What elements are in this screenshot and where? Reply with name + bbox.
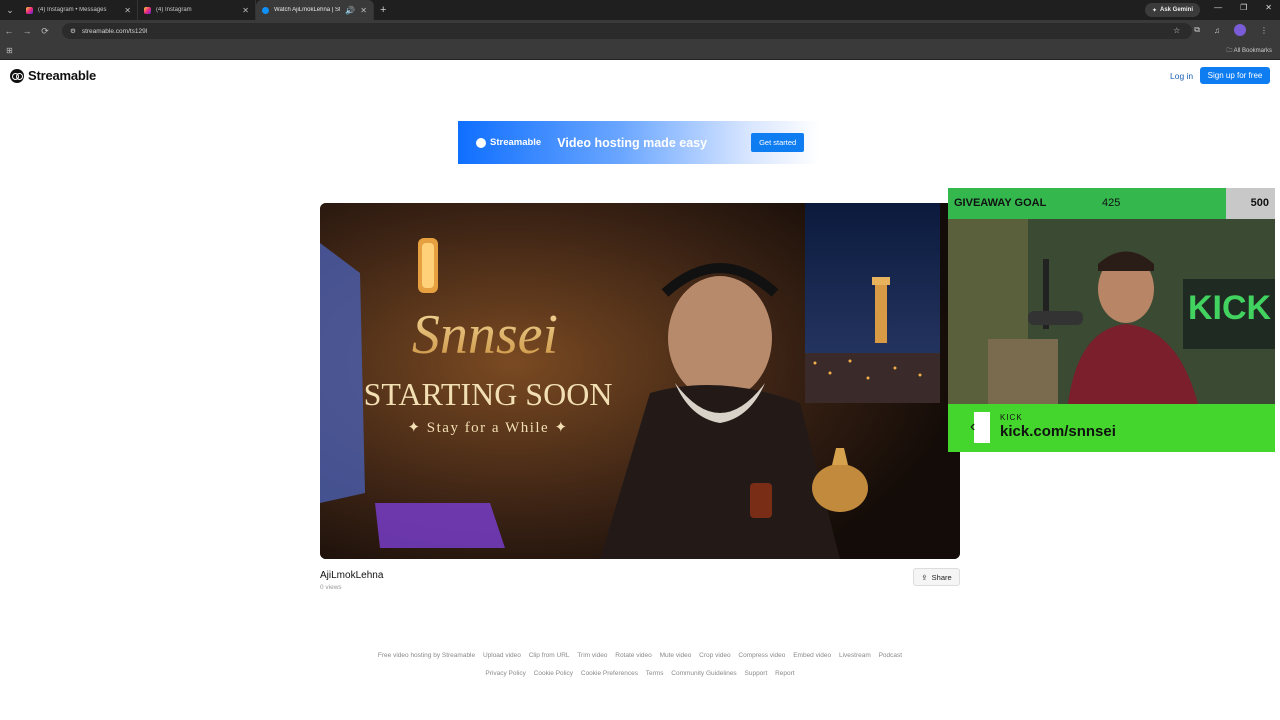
footer-link[interactable]: Compress video — [738, 652, 785, 659]
share-button[interactable]: ⇪ Share — [913, 568, 960, 586]
video-thumbnail: Snnsei STARTING SOON ✦ Stay for a While … — [320, 203, 960, 559]
browser-tab-bar: ⌄ (4) Instagram • Messages ✕ (4) Instagr… — [0, 0, 1280, 20]
speaker-icon[interactable]: 🔊 — [345, 6, 355, 15]
signup-button[interactable]: Sign up for free — [1200, 67, 1270, 84]
footer-link[interactable]: Community Guidelines — [671, 670, 736, 677]
footer-link[interactable]: Embed video — [793, 652, 831, 659]
giveaway-goal-max: 500 — [1250, 197, 1269, 209]
media-icon[interactable]: ♫ — [1214, 26, 1220, 35]
ad-tagline: Video hosting made easy — [557, 135, 708, 150]
ad-logo: Streamable — [476, 137, 541, 148]
kick-url: kick.com/snnsei — [1000, 423, 1116, 440]
tab-title: (4) Instagram — [156, 7, 192, 13]
close-icon[interactable]: ✕ — [242, 6, 249, 15]
kick-channel-banner: KICK kick.com/snnsei — [948, 404, 1275, 452]
url-field[interactable]: ⚙ streamable.com/ts129l — [62, 23, 1192, 39]
reload-icon[interactable]: ⟳ — [36, 26, 54, 37]
video-player[interactable]: Snnsei STARTING SOON ✦ Stay for a While … — [320, 203, 960, 559]
share-label: Share — [931, 572, 952, 582]
menu-icon[interactable]: ⋮ — [1260, 26, 1268, 35]
footer-link[interactable]: Livestream — [839, 652, 871, 659]
footer-link[interactable]: Crop video — [699, 652, 730, 659]
footer-links-row-1: Free video hosting by Streamable Upload … — [0, 652, 1280, 659]
back-icon[interactable]: ← — [0, 26, 18, 36]
window-controls: — ❐ ✕ — [1214, 3, 1272, 12]
footer-link[interactable]: Podcast — [879, 652, 903, 659]
footer-link[interactable]: Clip from URL — [529, 652, 570, 659]
extensions-icon[interactable]: ⧉ — [1194, 25, 1200, 35]
footer-links-row-2: Privacy Policy Cookie Policy Cookie Pref… — [0, 670, 1280, 677]
forward-icon[interactable]: → — [18, 26, 36, 36]
giveaway-goal-current: 425 — [1102, 197, 1121, 209]
webcam-feed: KICK — [948, 219, 1275, 404]
streamable-icon — [262, 6, 269, 14]
ask-gemini-button[interactable]: ✦ Ask Gemini — [1144, 3, 1200, 17]
all-bookmarks[interactable]: 🗀 All Bookmarks — [1226, 46, 1272, 56]
tab-search-icon[interactable]: ⌄ — [0, 0, 20, 20]
giveaway-goal-label: GIVEAWAY GOAL — [954, 197, 1047, 209]
ad-logo-text: Streamable — [490, 137, 542, 148]
minimize-icon[interactable]: — — [1214, 3, 1222, 12]
ask-gemini-label: Ask Gemini — [1159, 7, 1193, 13]
close-window-icon[interactable]: ✕ — [1265, 3, 1272, 12]
streamable-logo-icon — [476, 137, 486, 148]
site-info-icon[interactable]: ⚙ — [70, 27, 76, 35]
streamable-logo-icon — [10, 68, 24, 83]
footer-link[interactable]: Upload video — [483, 652, 521, 659]
restore-icon[interactable]: ❐ — [1240, 3, 1247, 12]
logo-text: Streamable — [28, 68, 97, 83]
bookmarks-bar: ⊞ 🗀 All Bookmarks — [0, 42, 1280, 60]
webcam-image: KICK — [948, 219, 1275, 404]
ad-get-started-button[interactable]: Get started — [751, 133, 805, 152]
tab-title: (4) Instagram • Messages — [38, 7, 107, 13]
thumbnail-subtitle: STARTING SOON — [364, 376, 613, 412]
footer-link[interactable]: Free video hosting by Streamable — [378, 652, 475, 659]
instagram-icon — [144, 6, 151, 14]
footer-link[interactable]: Privacy Policy — [485, 670, 525, 677]
all-bookmarks-label: All Bookmarks — [1233, 48, 1272, 54]
footer-link[interactable]: Cookie Policy — [534, 670, 573, 677]
apps-icon[interactable]: ⊞ — [6, 46, 13, 55]
toolbar-icons: ☆ ⧉ ♫ ⋮ — [1173, 24, 1268, 36]
browser-tab[interactable]: (4) Instagram • Messages ✕ — [20, 0, 138, 20]
address-bar-row: ← → ⟳ ⚙ streamable.com/ts129l ☆ ⧉ ♫ ⋮ — [0, 20, 1280, 42]
ad-banner[interactable]: Streamable Video hosting made easy Get s… — [458, 121, 820, 164]
instagram-icon — [26, 6, 33, 14]
new-tab-button[interactable]: + — [380, 4, 386, 16]
thumbnail-title: Snnsei — [412, 304, 558, 366]
thumbnail-tagline: ✦ Stay for a While ✦ — [407, 420, 568, 436]
footer-link[interactable]: Mute video — [660, 652, 692, 659]
browser-tab-active[interactable]: Watch AjiLmokLehna | Strea 🔊 ✕ — [256, 0, 374, 20]
kick-label: KICK — [1000, 413, 1023, 422]
share-icon: ⇪ — [921, 572, 928, 582]
kick-logo-icon — [970, 412, 990, 443]
tab-title: Watch AjiLmokLehna | Strea — [274, 7, 341, 13]
url-text: streamable.com/ts129l — [81, 27, 148, 35]
bookmark-star-icon[interactable]: ☆ — [1173, 26, 1180, 35]
close-icon[interactable]: ✕ — [360, 6, 367, 15]
gemini-icon: ✦ — [1151, 7, 1157, 14]
footer-link[interactable]: Report — [775, 670, 795, 677]
footer-link[interactable]: Rotate video — [615, 652, 652, 659]
footer-link[interactable]: Support — [745, 670, 768, 677]
video-title: AjiLmokLehna — [320, 570, 384, 581]
close-icon[interactable]: ✕ — [124, 6, 131, 15]
browser-tab[interactable]: (4) Instagram ✕ — [138, 0, 256, 20]
svg-text:KICK: KICK — [1188, 289, 1272, 327]
footer-link[interactable]: Trim video — [577, 652, 607, 659]
streamable-logo[interactable]: Streamable — [10, 68, 96, 83]
footer-link[interactable]: Terms — [646, 670, 664, 677]
video-views: 0 views — [320, 584, 342, 591]
giveaway-goal-bar: GIVEAWAY GOAL 425 500 — [948, 188, 1275, 219]
profile-avatar[interactable] — [1234, 24, 1246, 36]
login-link[interactable]: Log in — [1170, 71, 1193, 81]
footer-link[interactable]: Cookie Preferences — [581, 670, 638, 677]
